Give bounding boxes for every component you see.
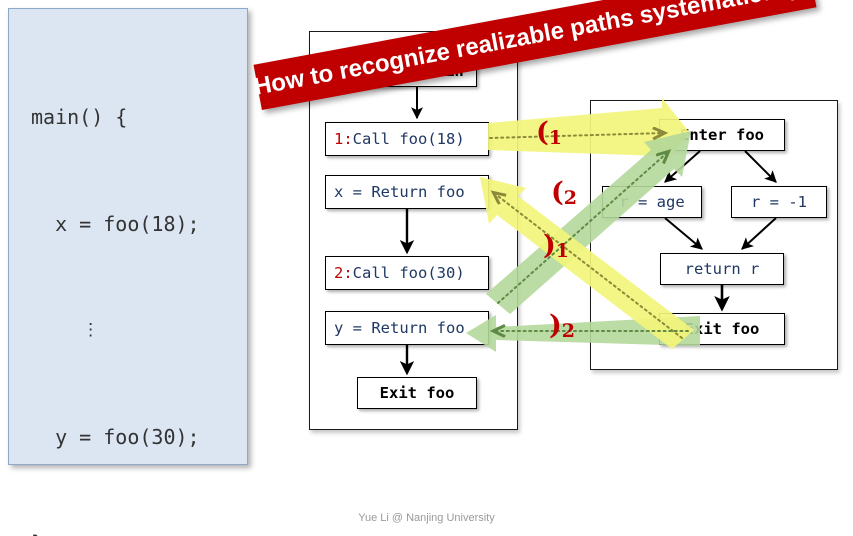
- paren-subscript: 1: [555, 240, 570, 262]
- node-return-x[interactable]: x = Return foo: [325, 175, 489, 209]
- paren-subscript: 2: [561, 320, 576, 342]
- source-code-text: main() { x = foo(18); ⋮ y = foo(30); } f…: [31, 29, 243, 536]
- paren-subscript: 2: [563, 187, 578, 209]
- node-label-text: Call foo(18): [352, 130, 465, 148]
- edge-label-close-2: )2: [549, 310, 575, 342]
- node-return-r[interactable]: return r: [660, 253, 784, 285]
- node-r-minus-1[interactable]: r = -1: [731, 186, 827, 218]
- node-label-index: 1:: [334, 130, 353, 148]
- code-line: main() {: [31, 105, 128, 129]
- node-exit-main[interactable]: Exit foo: [357, 377, 477, 409]
- slide-footer-credit: Yue Li @ Nanjing University: [358, 512, 495, 524]
- paren-glyph: ): [549, 310, 562, 341]
- node-return-y[interactable]: y = Return foo: [325, 311, 489, 345]
- paren-glyph: (: [551, 177, 564, 208]
- edge-label-open-1: (1: [536, 117, 562, 149]
- node-call-foo-18[interactable]: 1: Call foo(18): [325, 122, 489, 156]
- question-banner: How to recognize realizable paths system…: [251, 0, 819, 111]
- code-line: x = foo(18);: [31, 211, 200, 236]
- edge-label-close-1: )1: [543, 230, 569, 262]
- slide-canvas: main() { x = foo(18); ⋮ y = foo(30); } f…: [0, 0, 853, 536]
- node-exit-foo[interactable]: Exit foo: [659, 313, 785, 345]
- node-label-text: Call foo(30): [352, 264, 465, 282]
- paren-glyph: (: [536, 117, 549, 148]
- edge-label-open-2: (2: [551, 177, 577, 209]
- source-code-panel: main() { x = foo(18); ⋮ y = foo(30); } f…: [8, 8, 248, 536]
- paren-glyph: ): [543, 230, 556, 261]
- code-line: }: [31, 526, 243, 536]
- node-enter-foo[interactable]: Enter foo: [659, 119, 785, 151]
- question-banner-text: How to recognize realizable paths system…: [251, 0, 819, 101]
- node-call-foo-30[interactable]: 2: Call foo(30): [325, 256, 489, 290]
- node-label-index: 2:: [334, 264, 353, 282]
- code-line: y = foo(30);: [31, 424, 200, 449]
- node-r-age[interactable]: r = age: [602, 186, 702, 218]
- paren-subscript: 1: [548, 127, 563, 149]
- code-line: ⋮: [31, 320, 100, 340]
